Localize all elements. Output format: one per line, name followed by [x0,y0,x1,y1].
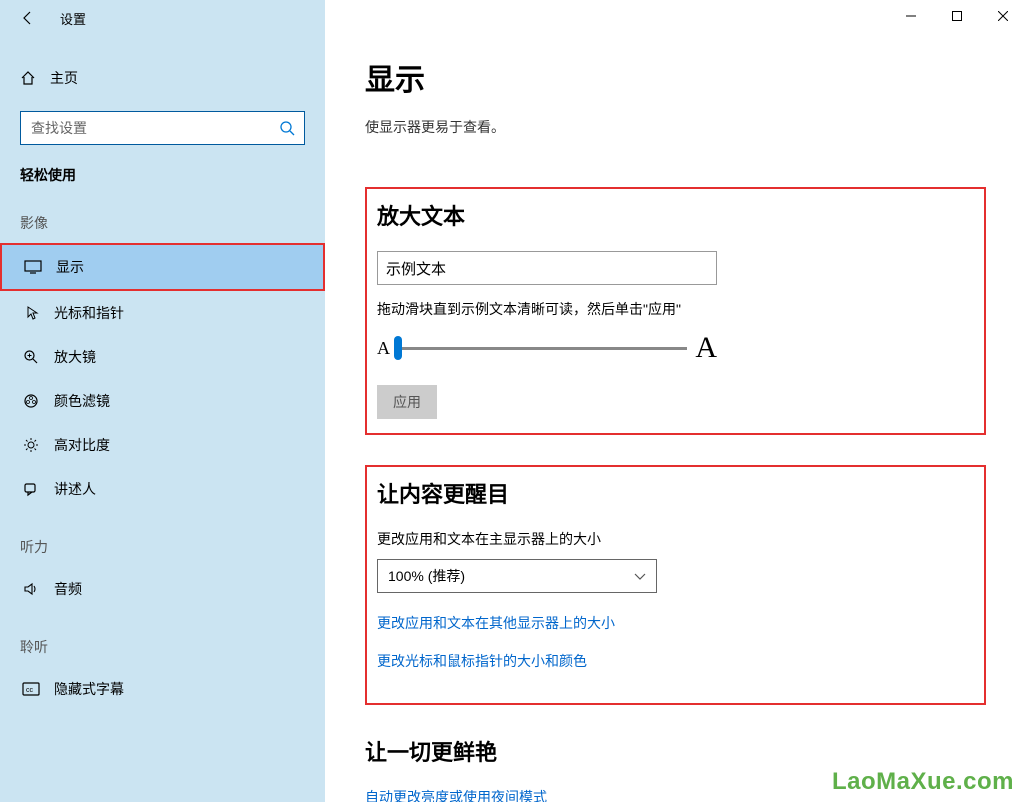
sidebar-item-label: 放大镜 [54,347,96,367]
sidebar-item-audio[interactable]: 音频 [0,567,325,611]
apply-button[interactable]: 应用 [377,385,437,419]
group-label-vision: 影像 [0,207,325,243]
colorfilter-icon [20,392,42,410]
sidebar-item-cursor[interactable]: 光标和指针 [0,291,325,335]
big-a-icon: A [695,331,717,365]
display-icon [22,258,44,276]
sidebar-item-label: 隐藏式字幕 [54,679,124,699]
home-link[interactable]: 主页 [0,60,325,96]
slider-thumb[interactable] [394,336,402,360]
cursor-icon [20,304,42,322]
section-title: 放大文本 [377,199,974,231]
home-icon [20,70,44,86]
sidebar-item-cc[interactable]: cc 隐藏式字幕 [0,667,325,711]
sample-text-input[interactable] [377,251,717,285]
brightness-link[interactable]: 自动更改亮度或使用夜间模式 [365,787,986,802]
enlarge-text-section: 放大文本 拖动滑块直到示例文本清晰可读，然后单击"应用" A A 应用 [365,187,986,435]
sidebar: 主页 轻松使用 影像 显示 光标和指针 放大镜 颜色滤镜 高对比度 [0,35,325,802]
slider-track[interactable] [398,347,687,350]
search-icon[interactable] [270,120,304,136]
close-button[interactable] [980,0,1026,32]
sidebar-item-label: 显示 [56,257,84,277]
scale-dropdown[interactable]: 100% (推荐) [377,559,657,593]
svg-text:cc: cc [26,687,34,694]
section-title: 让一切更鲜艳 [365,735,986,767]
vivid-section: 让一切更鲜艳 自动更改亮度或使用夜间模式 [365,735,986,802]
sidebar-item-display[interactable]: 显示 [0,243,325,291]
sidebar-item-label: 光标和指针 [54,303,124,323]
magnifier-icon [20,348,42,366]
page-title: 显示 [365,55,986,99]
sidebar-item-label: 音频 [54,579,82,599]
back-button[interactable] [18,8,38,28]
section-title: 让内容更醒目 [377,477,974,509]
home-label: 主页 [50,68,78,88]
maximize-button[interactable] [934,0,980,32]
group-label-hearing: 听力 [0,531,325,567]
group-label-interaction: 聆听 [0,631,325,667]
window-title: 设置 [60,9,86,28]
page-subtitle: 使显示器更易于查看。 [365,117,986,137]
dropdown-value: 100% (推荐) [388,566,465,586]
scale-label: 更改应用和文本在主显示器上的大小 [377,529,974,549]
small-a-icon: A [377,338,390,359]
category-title: 轻松使用 [0,165,325,207]
highcontrast-icon [20,436,42,454]
cursor-size-link[interactable]: 更改光标和鼠标指针的大小和颜色 [377,651,974,671]
sidebar-item-label: 高对比度 [54,435,110,455]
chevron-down-icon [634,568,646,584]
sidebar-item-colorfilter[interactable]: 颜色滤镜 [0,379,325,423]
sidebar-item-label: 讲述人 [54,479,96,499]
cc-icon: cc [20,680,42,698]
minimize-button[interactable] [888,0,934,32]
other-displays-link[interactable]: 更改应用和文本在其他显示器上的大小 [377,613,974,633]
titlebar: 设置 [0,0,1026,35]
sidebar-item-highcontrast[interactable]: 高对比度 [0,423,325,467]
sidebar-item-narrator[interactable]: 讲述人 [0,467,325,511]
narrator-icon [20,480,42,498]
slider-hint: 拖动滑块直到示例文本清晰可读，然后单击"应用" [377,299,974,319]
text-size-slider[interactable]: A A [377,331,717,365]
sidebar-item-label: 颜色滤镜 [54,391,110,411]
content-area: 显示 使显示器更易于查看。 放大文本 拖动滑块直到示例文本清晰可读，然后单击"应… [325,35,1026,802]
sidebar-item-magnifier[interactable]: 放大镜 [0,335,325,379]
search-box[interactable] [20,111,305,145]
search-input[interactable] [21,120,270,136]
make-bigger-section: 让内容更醒目 更改应用和文本在主显示器上的大小 100% (推荐) 更改应用和文… [365,465,986,705]
audio-icon [20,580,42,598]
